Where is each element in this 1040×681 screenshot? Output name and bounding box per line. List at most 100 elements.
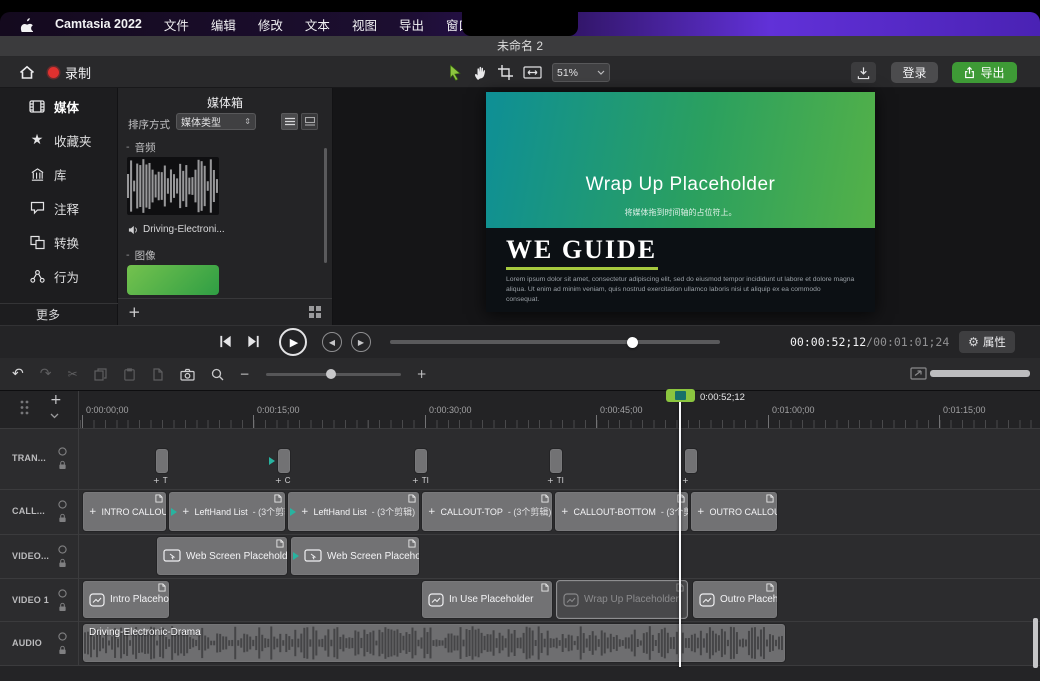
callout-clip[interactable]: + CALLOUT-TOP - (3个剪辑) [421, 491, 553, 532]
home-button[interactable] [14, 62, 40, 83]
callout-clip[interactable]: + OUTRO CALLOUT [690, 491, 778, 532]
audio-media-item[interactable]: Driving-Electroni... [128, 224, 225, 235]
properties-button[interactable]: ⚙ 属性 [959, 331, 1015, 353]
menu-item-view[interactable]: 视图 [352, 15, 377, 34]
transition-clip[interactable] [277, 448, 291, 474]
add-media-button[interactable]: + [128, 303, 141, 321]
add-track-button[interactable]: + [50, 392, 62, 408]
clip-detail: - (3个剪辑) [372, 505, 416, 518]
login-button[interactable]: 登录 [891, 62, 938, 83]
transition-clip[interactable] [155, 448, 169, 474]
track-toggle-icon[interactable] [58, 632, 67, 641]
timecode-total: 00:01:01;24 [873, 335, 949, 349]
menu-item-modify[interactable]: 修改 [258, 15, 283, 34]
crop-tool-icon[interactable] [498, 65, 513, 80]
seek-thumb[interactable] [627, 337, 638, 348]
paste-button[interactable] [123, 368, 136, 381]
placeholder-clip[interactable]: Outro Placeholder [692, 580, 778, 619]
callout-clip[interactable]: + LeftHand List - (3个剪辑) [168, 491, 286, 532]
timeline-zoom-slider[interactable] [266, 373, 401, 376]
record-button[interactable]: 录制 [48, 62, 91, 83]
download-button[interactable] [851, 62, 876, 83]
add-icon[interactable]: + [275, 476, 282, 485]
add-icon[interactable]: + [547, 476, 554, 485]
track-lock-icon[interactable] [58, 645, 67, 655]
cursor-tool-icon[interactable] [448, 64, 463, 81]
transition-clip[interactable] [684, 448, 698, 474]
cut-button[interactable]: ✂ [67, 367, 77, 381]
export-button[interactable]: 导出 [952, 62, 1017, 83]
zoom-in-button[interactable]: + [417, 367, 427, 381]
track-lock-icon[interactable] [58, 558, 67, 568]
add-icon[interactable]: + [153, 476, 160, 485]
zoom-level-select[interactable]: 51% [552, 63, 610, 82]
pan-hand-tool-icon[interactable] [473, 65, 488, 81]
video-clip[interactable]: Web Screen Placeholder [290, 536, 420, 576]
callout-clip[interactable]: + INTRO CALLOUT [82, 491, 167, 532]
track-lock-icon[interactable] [58, 513, 67, 523]
zoom-out-button[interactable]: − [240, 367, 250, 381]
menu-item-text[interactable]: 文本 [305, 15, 330, 34]
image-thumbnail[interactable] [127, 265, 219, 295]
timeline-ruler[interactable]: 0:00:00;00 0:00:15;00 0:00:30;00 0:00:45… [78, 391, 1040, 428]
sidebar-item-annotations[interactable]: 注释 [0, 193, 118, 223]
menu-item-file[interactable]: 文件 [164, 15, 189, 34]
previous-frame-button[interactable] [218, 334, 233, 349]
jump-back-button[interactable]: ◀ [322, 332, 342, 352]
sidebar-item-library[interactable]: 库 [0, 159, 118, 189]
track-toggle-icon[interactable] [58, 500, 67, 509]
sidebar-item-behaviors[interactable]: 行为 [0, 261, 118, 291]
media-bin-scrollbar[interactable] [324, 148, 327, 263]
page-icon [766, 583, 774, 592]
audio-section-header[interactable]: - 音频 [126, 140, 156, 155]
preview-canvas[interactable]: Wrap Up Placeholder 将媒体拖到时间轴的占位符上。 WE GU… [486, 92, 875, 312]
snapshot-camera-button[interactable] [180, 368, 195, 381]
sidebar-more-button[interactable]: 更多 [0, 303, 118, 325]
menu-item-edit[interactable]: 编辑 [211, 15, 236, 34]
scale-to-fit-icon[interactable] [523, 65, 542, 80]
sidebar-item-media[interactable]: 媒体 [0, 91, 118, 121]
audio-thumbnail-waveform[interactable] [127, 157, 219, 215]
sidebar-item-transitions[interactable]: 转换 [0, 227, 118, 257]
image-section-header[interactable]: - 图像 [126, 248, 156, 263]
jump-forward-button[interactable]: ▶ [351, 332, 371, 352]
copy-button[interactable] [94, 368, 107, 381]
list-view-button[interactable] [281, 113, 298, 130]
timeline-v-scrollbar[interactable] [1033, 618, 1038, 668]
detail-view-button[interactable] [301, 113, 318, 130]
callout-clip[interactable]: + LeftHand List - (3个剪辑) [287, 491, 420, 532]
track-lock-icon[interactable] [58, 460, 67, 470]
detach-timeline-icon[interactable] [910, 367, 927, 380]
placeholder-clip[interactable]: Intro Placeholder [82, 580, 170, 619]
timeline-h-scrollbar[interactable] [930, 370, 1030, 377]
play-button[interactable]: ▶ [279, 328, 307, 356]
placeholder-clip-selected[interactable]: Wrap Up Placeholder [556, 580, 688, 619]
add-icon[interactable]: + [682, 476, 689, 485]
transition-clip[interactable] [414, 448, 428, 474]
track-toggle-icon[interactable] [58, 545, 67, 554]
menu-app-name[interactable]: Camtasia 2022 [55, 17, 142, 31]
apple-icon[interactable] [20, 17, 33, 32]
track-toggle-icon[interactable] [58, 447, 67, 456]
menu-item-export[interactable]: 导出 [399, 15, 424, 34]
next-frame-button[interactable] [246, 334, 261, 349]
video-clip[interactable]: Web Screen Placeholder [156, 536, 288, 576]
track-toggle-icon[interactable] [58, 589, 67, 598]
transition-clip[interactable] [549, 448, 563, 474]
sidebar-item-favorites[interactable]: ★ 收藏夹 [0, 125, 118, 155]
placeholder-slide: Wrap Up Placeholder 将媒体拖到时间轴的占位符上。 [486, 92, 875, 228]
undo-button[interactable]: ↶ [12, 366, 24, 382]
callout-clip[interactable]: + CALLOUT-BOTTOM - (3个剪辑) [554, 491, 689, 532]
placeholder-clip[interactable]: In Use Placeholder [421, 580, 553, 619]
add-icon[interactable]: + [412, 476, 419, 485]
media-type-select[interactable]: 媒体类型 ⇕ [176, 113, 256, 130]
seek-slider[interactable] [390, 340, 720, 344]
track-lock-icon[interactable] [58, 602, 67, 612]
collapse-tracks-icon[interactable] [50, 413, 59, 419]
timeline-zoom-thumb[interactable] [326, 369, 336, 379]
redo-button[interactable]: ↷ [40, 366, 52, 382]
grid-view-toggle-icon[interactable] [309, 306, 321, 318]
playhead-line[interactable] [679, 391, 681, 667]
split-button[interactable] [152, 368, 164, 381]
playhead-handle[interactable] [666, 389, 695, 402]
